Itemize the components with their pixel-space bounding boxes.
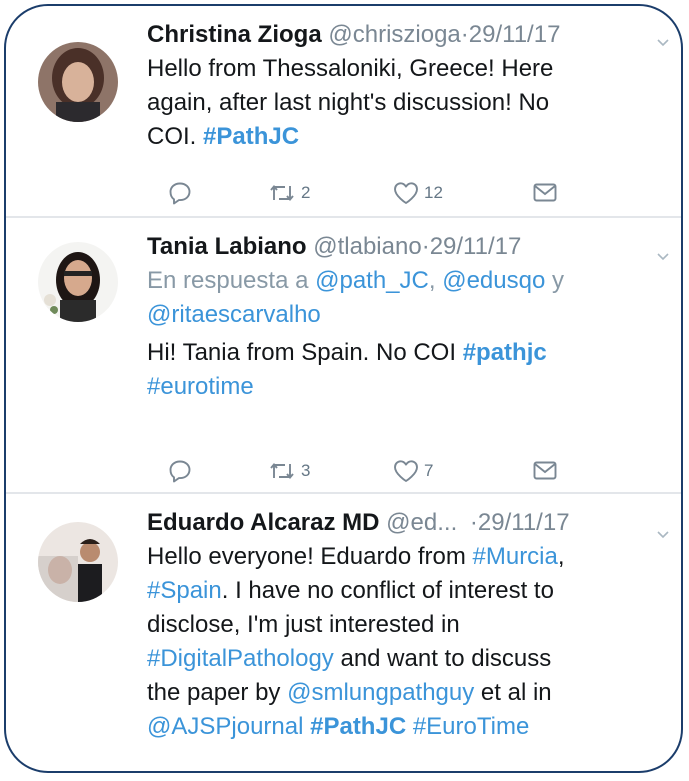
tweet-body: Eduardo Alcaraz MD @ed... ·29/11/17 Hell… — [147, 506, 661, 744]
hashtag-link[interactable]: #PathJC — [203, 123, 299, 150]
text-line: COI. #PathJC — [147, 120, 661, 154]
tweet-header: Eduardo Alcaraz MD @ed... ·29/11/17 — [147, 506, 661, 540]
text-line: En respuesta a @path_JC, @edusqo y — [147, 264, 661, 298]
heart-icon — [392, 458, 420, 484]
text-segment: again, after last night's discussion! No — [147, 89, 550, 116]
mention-link[interactable]: @AJSPjournal — [147, 713, 303, 740]
tweet-timeline: Christina Zioga @chriszioga·29/11/17 Hel… — [4, 4, 683, 773]
text-segment — [406, 713, 413, 740]
direct-message-button[interactable] — [532, 456, 558, 486]
reply-icon — [167, 458, 193, 484]
like-count: 12 — [424, 183, 443, 202]
hashtag-link[interactable]: #DigitalPathology — [147, 645, 334, 672]
reply-button[interactable] — [167, 456, 193, 486]
direct-message-button[interactable] — [532, 178, 558, 208]
mention-link[interactable]: @ritaescarvalho — [147, 301, 321, 328]
like-button[interactable]: 7 — [392, 456, 433, 486]
heart-icon — [392, 180, 420, 206]
like-button[interactable]: 12 — [392, 178, 443, 208]
text-segment: Hello everyone! Eduardo from — [147, 543, 473, 570]
text-segment: disclose, I'm just interested in — [147, 611, 460, 638]
retweet-icon — [267, 180, 297, 206]
text-line: again, after last night's discussion! No — [147, 86, 661, 120]
tweet-date[interactable]: 29/11/17 — [430, 233, 522, 260]
reply-icon — [167, 180, 193, 206]
hashtag-link[interactable]: #EuroTime — [413, 713, 529, 740]
text-line: disclose, I'm just interested in — [147, 608, 661, 642]
text-segment: , — [428, 267, 443, 294]
tweet-body: Christina Zioga @chriszioga·29/11/17 Hel… — [147, 18, 661, 154]
like-count: 7 — [424, 461, 434, 480]
author-name[interactable]: Tania Labiano — [147, 233, 307, 260]
tweet-text: Hi! Tania from Spain. No COI #pathjc #eur… — [147, 336, 661, 404]
mention-link[interactable]: @path_JC — [315, 267, 429, 294]
tweet-christina[interactable]: Christina Zioga @chriszioga·29/11/17 Hel… — [6, 6, 681, 216]
author-name[interactable]: Christina Zioga — [147, 21, 322, 48]
hashtag-link[interactable]: #Murcia — [473, 543, 558, 570]
tweet-text: Hello from Thessaloniki, Greece! Here aga… — [147, 52, 661, 154]
separator-dot: · — [460, 21, 469, 48]
avatar[interactable] — [38, 242, 118, 322]
text-segment: y — [545, 267, 564, 294]
hashtag-link[interactable]: #PathJC — [310, 713, 406, 740]
chevron-down-icon[interactable] — [655, 34, 671, 50]
tweet-date[interactable]: 29/11/17 — [478, 509, 570, 536]
text-segment: COI. — [147, 123, 204, 150]
text-line: #DigitalPathology and want to discuss — [147, 642, 661, 676]
retweet-count: 3 — [301, 461, 311, 480]
mention-link[interactable]: @smlungpathguy — [287, 679, 474, 706]
author-handle[interactable]: @tlabiano — [313, 233, 421, 260]
direct-message-icon — [532, 459, 558, 483]
direct-message-icon — [532, 181, 558, 205]
reply-context: En respuesta a @path_JC, @edusqo y @ritae… — [147, 264, 661, 332]
text-segment: the paper by — [147, 679, 288, 706]
author-name[interactable]: Eduardo Alcaraz MD — [147, 509, 380, 536]
tweet-header: Christina Zioga @chriszioga·29/11/17 — [147, 18, 661, 52]
tweet-body: Tania Labiano @tlabiano·29/11/17 En resp… — [147, 230, 661, 404]
chevron-down-icon[interactable] — [655, 248, 671, 264]
text-line: Hello everyone! Eduardo from #Murcia, — [147, 540, 661, 574]
reply-button[interactable] — [167, 178, 193, 208]
text-line: Hi! Tania from Spain. No COI #pathjc — [147, 336, 661, 370]
text-segment: Hi! Tania from Spain. No COI — [147, 339, 463, 366]
text-segment: and want to discuss — [333, 645, 552, 672]
hashtag-link[interactable]: #pathjc — [463, 339, 547, 366]
mention-link[interactable]: @edusqo — [442, 267, 545, 294]
retweet-count: 2 — [301, 183, 311, 202]
author-handle[interactable]: @ed... — [386, 509, 457, 536]
retweet-button[interactable]: 3 — [267, 456, 310, 486]
author-handle[interactable]: @chriszioga — [328, 21, 460, 48]
text-segment: Hello from Thessaloniki, Greece! Here — [147, 55, 554, 82]
text-segment: En respuesta a — [147, 267, 316, 294]
text-segment: . I have no conflict of interest to — [221, 577, 554, 604]
text-line: #Spain. I have no conflict of interest t… — [147, 574, 661, 608]
avatar[interactable] — [38, 42, 118, 122]
tweet-actions: 3 7 — [147, 456, 567, 486]
text-line: Hello from Thessaloniki, Greece! Here — [147, 52, 661, 86]
tweet-actions: 2 12 — [147, 178, 567, 208]
tweet-text: Hello everyone! Eduardo from #Murcia, #Sp… — [147, 540, 661, 744]
text-line: the paper by @smlungpathguy et al in — [147, 676, 661, 710]
chevron-down-icon[interactable] — [655, 526, 671, 542]
tweet-tania[interactable]: Tania Labiano @tlabiano·29/11/17 En resp… — [6, 218, 681, 492]
tweet-header: Tania Labiano @tlabiano·29/11/17 — [147, 230, 661, 264]
avatar[interactable] — [38, 522, 118, 602]
tweet-date[interactable]: 29/11/17 — [469, 21, 561, 48]
text-line: @AJSPjournal #PathJC #EuroTime — [147, 710, 661, 744]
retweet-button[interactable]: 2 — [267, 178, 310, 208]
separator-dot: · — [469, 509, 478, 536]
hashtag-link[interactable]: #eurotime — [147, 373, 254, 400]
text-segment: et al in — [474, 679, 552, 706]
text-segment: , — [557, 543, 565, 570]
text-line: @ritaescarvalho — [147, 298, 661, 332]
tweet-eduardo[interactable]: Eduardo Alcaraz MD @ed... ·29/11/17 Hell… — [6, 494, 681, 771]
hashtag-link[interactable]: #Spain — [147, 577, 222, 604]
text-line: #eurotime — [147, 370, 661, 404]
separator-dot: · — [421, 233, 430, 260]
retweet-icon — [267, 458, 297, 484]
